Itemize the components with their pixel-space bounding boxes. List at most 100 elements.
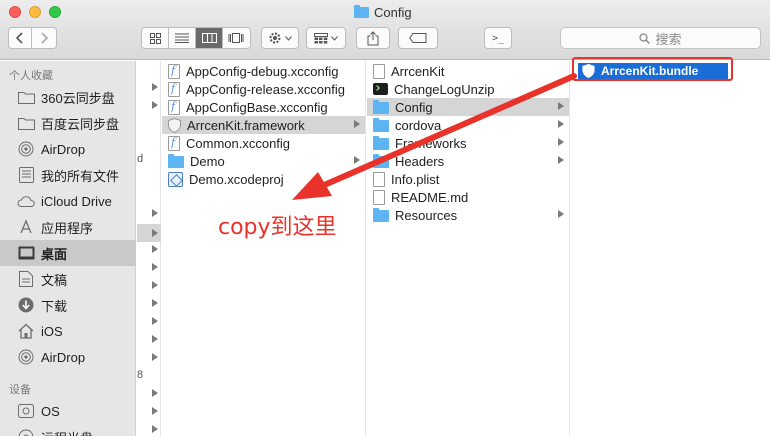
list-view-button[interactable]: [169, 28, 196, 48]
arrange-button[interactable]: [306, 27, 346, 49]
list-item[interactable]: cordova: [367, 116, 569, 134]
back-button[interactable]: [8, 27, 32, 49]
truncated-glyph: 8: [137, 369, 144, 381]
sidebar-item-documents[interactable]: 文稿: [0, 266, 136, 292]
sidebar-item-airdrop-2[interactable]: AirDrop: [0, 344, 136, 370]
file-icon: [373, 189, 385, 205]
terminal-button-label: >_: [491, 32, 505, 44]
chevron-right-icon: [558, 138, 564, 146]
file-name: README.md: [391, 189, 469, 205]
window-toolbar: Config >_ 搜索: [0, 0, 770, 60]
chevron-down-icon: [331, 35, 338, 41]
favorites-header: 个人收藏: [9, 70, 53, 82]
list-item-selected[interactable]: ArrcenKit.framework: [162, 116, 365, 134]
search-field[interactable]: 搜索: [560, 27, 761, 49]
file-name: Demo: [190, 153, 225, 169]
list-item[interactable]: AppConfigBase.xcconfig: [162, 98, 365, 116]
folder-icon: [373, 208, 389, 222]
all-files-icon: [17, 166, 35, 184]
chevron-right-icon: [152, 281, 158, 289]
chevron-right-icon: [41, 32, 48, 44]
framework-icon: [168, 117, 181, 133]
sidebar-item-downloads[interactable]: 下载: [0, 292, 136, 318]
terminal-button[interactable]: >_: [484, 27, 512, 49]
folder-icon: [373, 118, 389, 132]
file-name: Demo.xcodeproj: [189, 171, 284, 187]
chevron-right-icon: [152, 353, 158, 361]
folder-icon: [168, 154, 184, 168]
chevron-right-icon: [152, 101, 158, 109]
chevron-right-icon: [152, 335, 158, 343]
list-item[interactable]: Info.plist: [367, 170, 569, 188]
chevron-right-icon: [152, 263, 158, 271]
sidebar-item-baidu[interactable]: 百度云同步盘: [0, 110, 136, 136]
sidebar-item-label: 360云同步盘: [41, 90, 115, 106]
list-item[interactable]: ArrcenKit: [367, 62, 569, 80]
list-item[interactable]: Demo.xcodeproj: [162, 170, 365, 188]
action-menu-button[interactable]: [261, 27, 299, 49]
sidebar-item-label: OS: [41, 403, 60, 419]
close-window-button[interactable]: [9, 6, 21, 18]
icon-view-button[interactable]: [142, 28, 169, 48]
list-item[interactable]: Resources: [367, 206, 569, 224]
file-name: ArrcenKit: [391, 63, 445, 79]
gear-icon: [269, 32, 281, 44]
file-name: Resources: [395, 207, 458, 223]
desktop-icon: [17, 244, 35, 262]
list-item[interactable]: Common.xcconfig: [162, 134, 365, 152]
list-item-selected[interactable]: Config: [367, 98, 569, 116]
truncated-glyph: d: [137, 153, 144, 165]
share-icon: [367, 30, 379, 45]
xcconfig-file-icon: [168, 99, 180, 115]
file-name: AppConfigBase.xcconfig: [186, 99, 328, 115]
list-icon: [175, 33, 189, 43]
list-item[interactable]: Frameworks: [367, 134, 569, 152]
sidebar-item-label: iOS: [41, 323, 63, 339]
list-item[interactable]: ChangeLogUnzip: [367, 80, 569, 98]
sidebar-item-desktop[interactable]: 桌面: [0, 240, 136, 266]
sidebar-item-all-files[interactable]: 我的所有文件: [0, 162, 136, 188]
forward-button[interactable]: [32, 27, 57, 49]
zoom-window-button[interactable]: [49, 6, 61, 18]
sidebar-item-360[interactable]: 360云同步盘: [0, 84, 136, 110]
file-name: AppConfig-release.xcconfig: [186, 81, 345, 97]
sidebar-item-airdrop[interactable]: AirDrop: [0, 136, 136, 162]
xcconfig-file-icon: [168, 81, 180, 97]
sidebar-item-icloud[interactable]: iCloud Drive: [0, 188, 136, 214]
file-name: ArrcenKit.framework: [187, 117, 305, 133]
sidebar: 个人收藏 360云同步盘 百度云同步盘 AirDrop 我的所有文件 iClou…: [0, 61, 136, 436]
list-item[interactable]: AppConfig-release.xcconfig: [162, 80, 365, 98]
chevron-right-icon: [354, 156, 360, 164]
folder-icon: [373, 100, 389, 114]
minimize-window-button[interactable]: [29, 6, 41, 18]
file-name: Config: [395, 99, 433, 115]
chevron-right-icon: [152, 229, 158, 237]
sidebar-item-applications[interactable]: 应用程序: [0, 214, 136, 240]
list-item-selected[interactable]: ArrcenKit.bundle: [578, 63, 728, 79]
share-button[interactable]: [356, 27, 390, 49]
sidebar-item-label: iCloud Drive: [41, 193, 112, 209]
tags-button[interactable]: [398, 27, 438, 49]
sidebar-item-remote-disc[interactable]: 远程光盘: [0, 424, 136, 436]
column-view-button[interactable]: [196, 28, 223, 48]
folder-icon: [17, 114, 35, 132]
column-config: ArrcenKit.bundle: [571, 61, 770, 436]
sidebar-item-label: AirDrop: [41, 349, 86, 365]
list-item[interactable]: Demo: [162, 152, 365, 170]
list-item[interactable]: AppConfig-debug.xcconfig: [162, 62, 365, 80]
plist-file-icon: [373, 171, 385, 187]
gallery-view-button[interactable]: [223, 28, 250, 48]
file-icon: [373, 63, 385, 79]
bundle-icon: [582, 64, 595, 79]
sidebar-item-ios[interactable]: iOS: [0, 318, 136, 344]
chevron-right-icon: [152, 425, 158, 433]
chevron-down-icon: [285, 35, 292, 41]
folder-icon: [373, 154, 389, 168]
list-item[interactable]: README.md: [367, 188, 569, 206]
window-title-text: Config: [374, 4, 412, 20]
sidebar-item-os-disk[interactable]: OS: [0, 398, 136, 424]
cover-flow-icon: [228, 33, 244, 43]
home-icon: [17, 322, 35, 340]
list-item[interactable]: Headers: [367, 152, 569, 170]
terminal-icon: [373, 83, 388, 95]
